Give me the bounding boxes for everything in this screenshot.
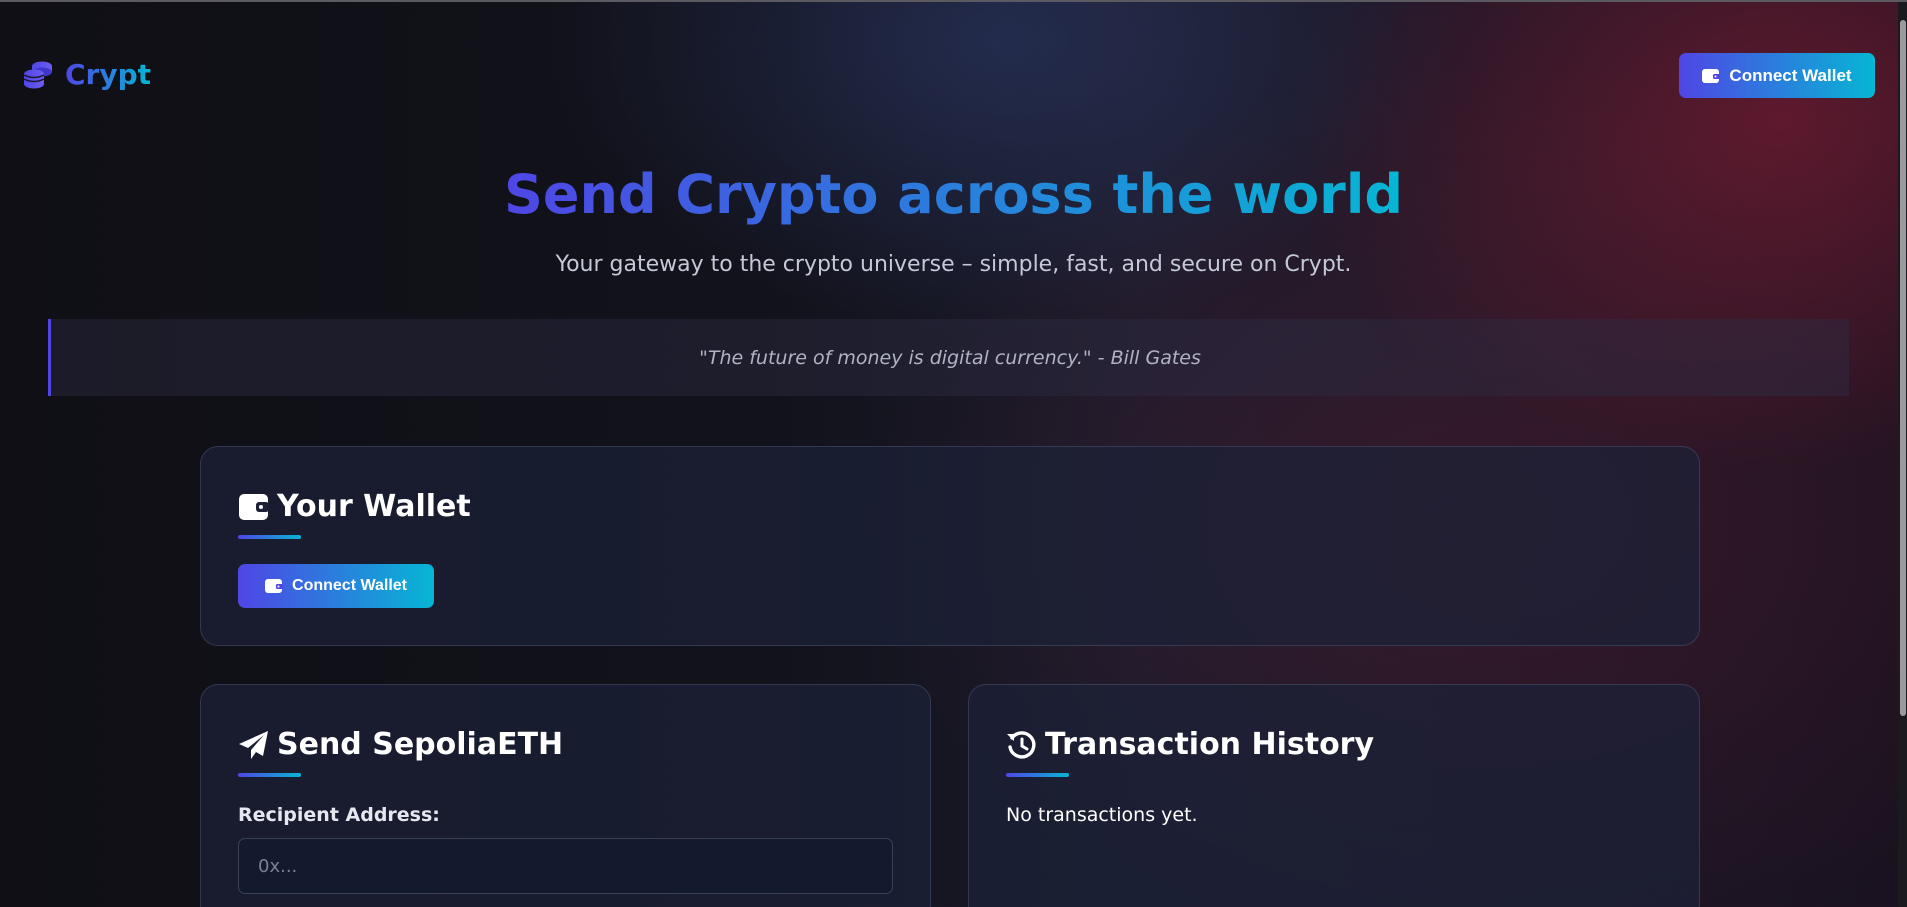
hero-title: Send Crypto across the world: [0, 163, 1907, 226]
send-card-title-text: Send SepoliaETH: [277, 727, 564, 762]
hero-title-text: Send Crypto across the world: [504, 163, 1403, 226]
wallet-icon: [1702, 68, 1721, 83]
paper-plane-icon: [239, 730, 268, 759]
wallet-icon: [265, 579, 284, 593]
hero-subtitle: Your gateway to the crypto universe – si…: [555, 252, 1352, 277]
wallet-card: Your Wallet Connect Wallet: [200, 446, 1700, 646]
coins-icon: [23, 61, 52, 88]
history-card-title: Transaction History: [1006, 727, 1374, 762]
send-card-title: Send SepoliaETH: [238, 727, 563, 762]
recipient-address-label: Recipient Address:: [238, 804, 440, 826]
wallet-card-title: Your Wallet: [238, 489, 471, 524]
wallet-icon: [239, 493, 269, 520]
wallet-card-title-text: Your Wallet: [277, 489, 471, 524]
history-card: Transaction History No transactions yet.: [968, 684, 1700, 907]
history-card-title-text: Transaction History: [1045, 727, 1375, 762]
header-connect-wallet-button[interactable]: Connect Wallet: [1679, 53, 1875, 98]
brand-name: Crypt: [65, 58, 152, 91]
send-card: Send SepoliaETH Recipient Address:: [200, 684, 931, 907]
title-underline: [238, 773, 301, 777]
history-icon: [1007, 730, 1036, 759]
title-underline: [238, 535, 301, 539]
scrollbar[interactable]: [1898, 2, 1907, 907]
quote-text: "The future of money is digital currency…: [699, 346, 1201, 369]
quote-box: "The future of money is digital currency…: [48, 319, 1849, 396]
title-underline: [1006, 773, 1069, 777]
brand-logo[interactable]: Crypt: [22, 58, 151, 91]
recipient-address-input[interactable]: [238, 838, 893, 894]
wallet-connect-button[interactable]: Connect Wallet: [238, 564, 434, 608]
header-connect-wallet-label: Connect Wallet: [1729, 65, 1852, 85]
wallet-connect-label: Connect Wallet: [292, 577, 407, 594]
window-top-border: [0, 0, 1907, 2]
scrollbar-thumb[interactable]: [1900, 20, 1906, 716]
no-transactions-text: No transactions yet.: [1006, 804, 1198, 826]
